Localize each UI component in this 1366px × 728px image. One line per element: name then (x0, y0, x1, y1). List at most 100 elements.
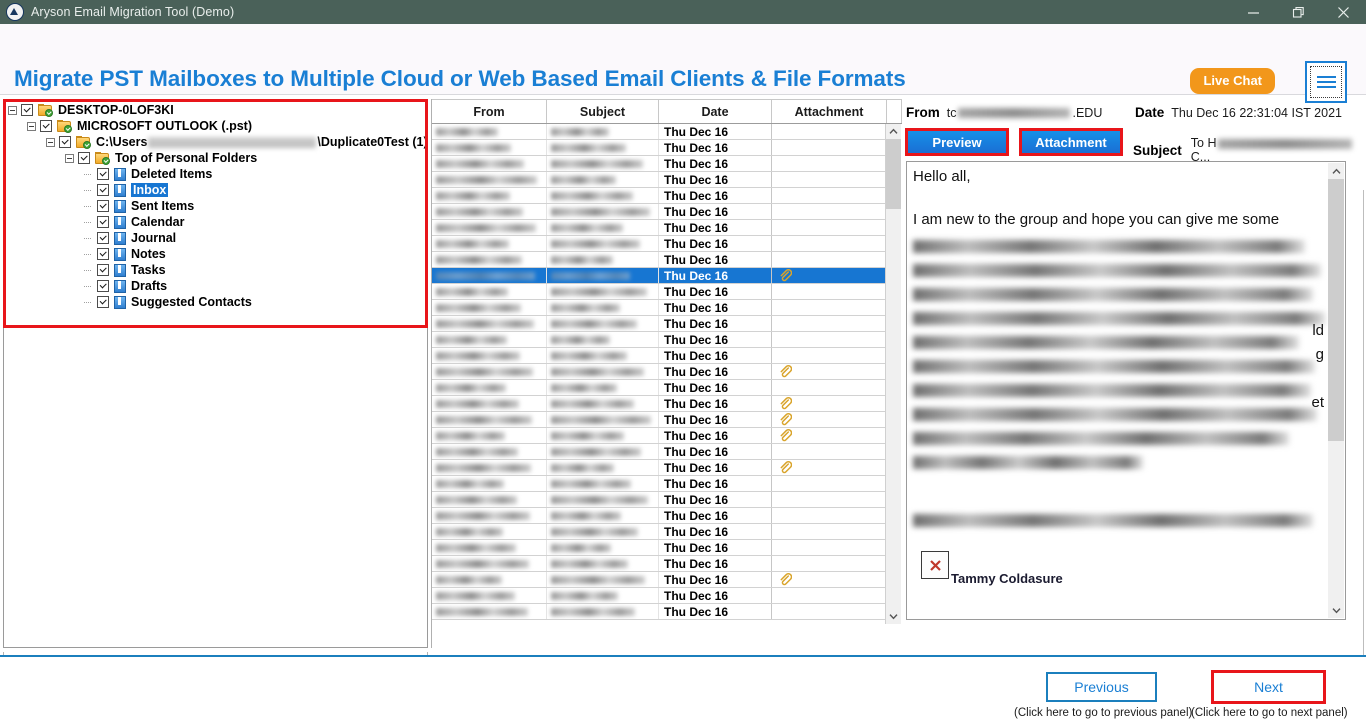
tree-checkbox[interactable] (97, 280, 109, 292)
message-row[interactable]: Thu Dec 16 (432, 300, 887, 316)
tree-collapse-icon[interactable] (46, 137, 55, 147)
message-row[interactable]: Thu Dec 16 (432, 572, 887, 588)
message-attachment-cell (772, 588, 887, 603)
tree-node-inbox[interactable]: Inbox (4, 182, 427, 198)
message-row[interactable]: Thu Dec 16 (432, 492, 887, 508)
message-row[interactable]: Thu Dec 16 (432, 252, 887, 268)
message-row[interactable]: Thu Dec 16 (432, 284, 887, 300)
tree-node-journal[interactable]: Journal (4, 230, 427, 246)
column-header-attachment[interactable]: Attachment (772, 99, 887, 123)
preview-scrollbar-thumb[interactable] (1328, 179, 1344, 441)
message-row[interactable]: Thu Dec 16 (432, 364, 887, 380)
folder-tree-panel[interactable]: DESKTOP-0LOF3KI MICROSOFT OUTLOOK (.pst) C… (3, 99, 428, 648)
tree-node-microsoft-outlook-pst-[interactable]: MICROSOFT OUTLOOK (.pst) (4, 118, 427, 134)
message-row[interactable]: Thu Dec 16 (432, 204, 887, 220)
message-row[interactable]: Thu Dec 16 (432, 524, 887, 540)
tree-checkbox[interactable] (97, 296, 109, 308)
tree-checkbox[interactable] (97, 216, 109, 228)
minimize-icon[interactable] (1231, 0, 1276, 24)
tree-checkbox[interactable] (40, 120, 52, 132)
message-row[interactable]: Thu Dec 16 (432, 540, 887, 556)
message-row[interactable]: Thu Dec 16 (432, 444, 887, 460)
message-subject-cell (547, 284, 659, 299)
tree-checkbox[interactable] (59, 136, 71, 148)
column-header-date[interactable]: Date (659, 99, 772, 123)
tree-node-desktop-0lof3ki[interactable]: DESKTOP-0LOF3KI (4, 102, 427, 118)
tree-checkbox[interactable] (97, 232, 109, 244)
message-from-cell (432, 460, 547, 475)
tree-node-drafts[interactable]: Drafts (4, 278, 427, 294)
tree-node-deleted-items[interactable]: Deleted Items (4, 166, 427, 182)
message-row[interactable]: Thu Dec 16 (432, 188, 887, 204)
message-list-body[interactable]: Thu Dec 16 Thu Dec 16 Thu Dec 16 Thu Dec 16… (432, 124, 887, 624)
tree-connector-line (84, 234, 93, 243)
message-row[interactable]: Thu Dec 16 (432, 172, 887, 188)
message-subject-cell (547, 236, 659, 251)
scrollbar-thumb[interactable] (886, 139, 901, 209)
maximize-icon[interactable] (1276, 0, 1321, 24)
message-date-cell: Thu Dec 16 (659, 396, 772, 411)
scroll-down-icon[interactable] (886, 609, 901, 624)
tree-checkbox[interactable] (21, 104, 33, 116)
message-row[interactable]: Thu Dec 16 (432, 348, 887, 364)
message-row[interactable]: Thu Dec 16 (432, 140, 887, 156)
from-redaction (436, 431, 505, 440)
tree-checkbox[interactable] (97, 264, 109, 276)
message-subject-cell (547, 492, 659, 507)
column-header-from[interactable]: From (432, 99, 547, 123)
tree-node-pst-path[interactable]: C:\Users\Duplicate0Test (1).pst (4, 134, 427, 150)
preview-scrollbar[interactable] (1328, 163, 1344, 618)
from-label: From (906, 105, 940, 120)
message-list-scrollbar[interactable] (885, 124, 901, 624)
tree-node-calendar[interactable]: Calendar (4, 214, 427, 230)
live-chat-button[interactable]: Live Chat (1190, 68, 1275, 94)
message-row[interactable]: Thu Dec 16 (432, 124, 887, 140)
tree-checkbox[interactable] (97, 184, 109, 196)
message-row[interactable]: Thu Dec 16 (432, 332, 887, 348)
tree-checkbox[interactable] (97, 200, 109, 212)
tree-collapse-icon[interactable] (65, 153, 74, 163)
tab-preview[interactable]: Preview (908, 131, 1006, 153)
message-from-cell (432, 284, 547, 299)
preview-scroll-down-icon[interactable] (1328, 602, 1344, 618)
message-row[interactable]: Thu Dec 16 (432, 508, 887, 524)
tree-connector-line (84, 170, 93, 179)
message-date-cell: Thu Dec 16 (659, 524, 772, 539)
preview-scroll-up-icon[interactable] (1328, 163, 1344, 179)
message-row[interactable]: Thu Dec 16 (432, 588, 887, 604)
email-body-viewer[interactable]: Hello all, I am new to the group and hop… (906, 161, 1346, 620)
tree-node-top-of-personal-folders[interactable]: Top of Personal Folders (4, 150, 427, 166)
tree-checkbox[interactable] (97, 248, 109, 260)
message-row[interactable]: Thu Dec 16 (432, 396, 887, 412)
message-row[interactable]: Thu Dec 16 (432, 604, 887, 620)
tree-collapse-icon[interactable] (27, 121, 36, 131)
from-value: tc .EDU (946, 105, 1103, 120)
message-row[interactable]: Thu Dec 16 (432, 460, 887, 476)
message-row[interactable]: Thu Dec 16 (432, 220, 887, 236)
tree-node-sent-items[interactable]: Sent Items (4, 198, 427, 214)
previous-button[interactable]: Previous (1046, 672, 1157, 702)
message-row[interactable]: Thu Dec 16 (432, 556, 887, 572)
tree-node-notes[interactable]: Notes (4, 246, 427, 262)
message-row[interactable]: Thu Dec 16 (432, 412, 887, 428)
message-row[interactable]: Thu Dec 16 (432, 268, 887, 284)
tree-checkbox[interactable] (78, 152, 90, 164)
tree-collapse-icon[interactable] (8, 105, 17, 115)
close-icon[interactable] (1321, 0, 1366, 24)
scroll-up-icon[interactable] (886, 124, 901, 139)
message-row[interactable]: Thu Dec 16 (432, 156, 887, 172)
column-header-subject[interactable]: Subject (547, 99, 659, 123)
message-row[interactable]: Thu Dec 16 (432, 316, 887, 332)
subject-redaction (551, 303, 620, 312)
message-row[interactable]: Thu Dec 16 (432, 476, 887, 492)
subject-redaction (551, 543, 611, 552)
tree-checkbox[interactable] (97, 168, 109, 180)
message-row[interactable]: Thu Dec 16 (432, 236, 887, 252)
tree-node-suggested-contacts[interactable]: Suggested Contacts (4, 294, 427, 310)
message-row[interactable]: Thu Dec 16 (432, 380, 887, 396)
title-bar: Aryson Email Migration Tool (Demo) (0, 0, 1366, 24)
next-button[interactable]: Next (1214, 673, 1323, 701)
tab-attachment[interactable]: Attachment (1022, 131, 1120, 153)
message-row[interactable]: Thu Dec 16 (432, 428, 887, 444)
tree-node-tasks[interactable]: Tasks (4, 262, 427, 278)
